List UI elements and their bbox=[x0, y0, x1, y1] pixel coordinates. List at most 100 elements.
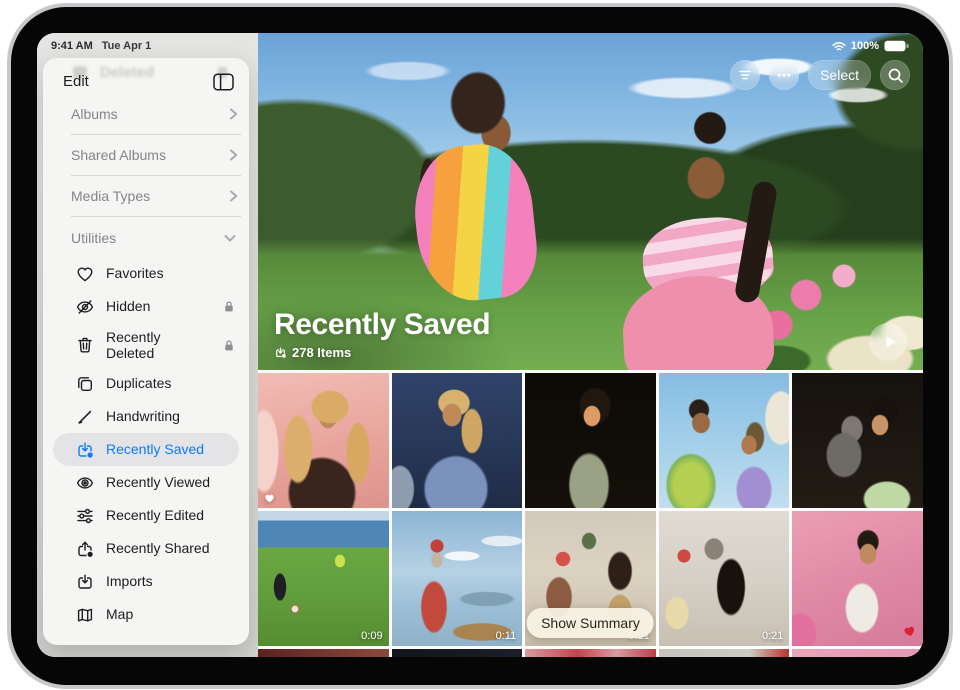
shared-albums-label: Shared Albums bbox=[71, 147, 166, 163]
select-label: Select bbox=[820, 67, 859, 83]
photos-app-screen: 9:41 AM Tue Apr 1 Deleted Edit Albums bbox=[37, 33, 923, 657]
trash-icon bbox=[75, 335, 95, 355]
sidebar-backdrop: 9:41 AM Tue Apr 1 Deleted Edit Albums bbox=[37, 33, 258, 657]
duplicates-icon bbox=[75, 374, 95, 394]
sidebar-item-shared-albums[interactable]: Shared Albums bbox=[71, 142, 239, 168]
sidebar-item-hidden[interactable]: Hidden bbox=[43, 290, 249, 323]
favorites-label: Favorites bbox=[106, 265, 164, 281]
photo-tile-7[interactable]: 0:11 bbox=[392, 511, 523, 646]
sidebar-item-recently-shared[interactable]: Recently Shared bbox=[43, 532, 249, 565]
lock-icon bbox=[223, 339, 235, 352]
photo-tile-1[interactable] bbox=[258, 373, 389, 508]
eye-icon bbox=[75, 473, 95, 493]
select-button[interactable]: Select bbox=[808, 60, 871, 90]
recently-saved-label: Recently Saved bbox=[106, 441, 204, 457]
status-time: 9:41 AM bbox=[51, 40, 93, 52]
handwriting-label: Handwriting bbox=[106, 408, 180, 424]
map-icon bbox=[75, 605, 95, 625]
photo-tile-partial[interactable] bbox=[392, 649, 523, 657]
sidebar-item-recently-viewed[interactable]: Recently Viewed bbox=[43, 466, 249, 499]
recently-deleted-label: Recently Deleted bbox=[106, 329, 190, 361]
saved-badge-icon bbox=[274, 346, 287, 359]
sidebar-item-albums[interactable]: Albums bbox=[71, 101, 239, 127]
video-duration: 0:09 bbox=[361, 630, 382, 642]
sidebar-toggle-icon[interactable] bbox=[213, 73, 234, 91]
battery-icon bbox=[884, 40, 909, 52]
utilities-label: Utilities bbox=[71, 230, 116, 246]
status-bar-left: 9:41 AM Tue Apr 1 bbox=[51, 40, 151, 52]
play-button[interactable] bbox=[869, 323, 907, 361]
share-clock-icon bbox=[75, 539, 95, 559]
photo-tile-4[interactable] bbox=[659, 373, 790, 508]
heart-icon bbox=[75, 264, 95, 284]
photo-tile-partial[interactable] bbox=[525, 649, 656, 657]
photo-tile-partial[interactable] bbox=[659, 649, 790, 657]
eye-slash-icon bbox=[75, 297, 95, 317]
albums-label: Albums bbox=[71, 106, 118, 122]
search-button[interactable] bbox=[880, 60, 910, 90]
recently-shared-label: Recently Shared bbox=[106, 540, 210, 556]
divider bbox=[71, 216, 241, 217]
chevron-down-icon bbox=[223, 232, 237, 244]
duplicates-label: Duplicates bbox=[106, 375, 171, 391]
edit-button[interactable]: Edit bbox=[63, 73, 89, 90]
show-summary-button[interactable]: Show Summary bbox=[527, 608, 654, 638]
filter-button[interactable] bbox=[730, 60, 760, 90]
hero-photo-recently-saved[interactable]: 100% Select bbox=[258, 33, 923, 370]
main-content: 100% Select bbox=[258, 33, 923, 657]
sliders-icon bbox=[75, 506, 95, 526]
sidebar-item-media-types[interactable]: Media Types bbox=[71, 183, 239, 209]
status-bar-right: 100% bbox=[832, 40, 909, 52]
battery-percent: 100% bbox=[851, 40, 879, 52]
photo-tile-9[interactable]: 0:21 bbox=[659, 511, 790, 646]
sidebar-item-imports[interactable]: Imports bbox=[43, 565, 249, 598]
more-icon bbox=[776, 67, 792, 83]
chevron-right-icon bbox=[228, 189, 239, 203]
sidebar-item-handwriting[interactable]: Handwriting bbox=[43, 400, 249, 433]
search-icon bbox=[887, 67, 904, 84]
filter-icon bbox=[737, 67, 753, 83]
wifi-icon bbox=[832, 41, 846, 52]
play-icon bbox=[879, 334, 898, 350]
sidebar-panel: Deleted Edit Albums Shared Albums bbox=[43, 58, 249, 645]
items-count-label: 278 Items bbox=[292, 345, 351, 360]
imports-label: Imports bbox=[106, 573, 153, 589]
photo-tile-partial[interactable] bbox=[258, 649, 389, 657]
sidebar-item-recently-saved[interactable]: Recently Saved bbox=[53, 433, 239, 466]
photo-tile-partial[interactable] bbox=[792, 649, 923, 657]
more-button[interactable] bbox=[769, 60, 799, 90]
media-types-label: Media Types bbox=[71, 188, 150, 204]
divider bbox=[71, 175, 241, 176]
sidebar-item-recently-deleted[interactable]: Recently Deleted bbox=[43, 323, 249, 367]
chevron-right-icon bbox=[228, 107, 239, 121]
status-date: Tue Apr 1 bbox=[102, 40, 152, 52]
video-duration: 0:21 bbox=[762, 630, 783, 642]
import-icon bbox=[75, 572, 95, 592]
sidebar-item-recently-edited[interactable]: Recently Edited bbox=[43, 499, 249, 532]
hero-caption: Recently Saved 278 Items bbox=[274, 308, 490, 360]
photo-tile-8[interactable]: 0:21 Show Summary bbox=[525, 511, 656, 646]
sidebar-item-favorites[interactable]: Favorites bbox=[43, 257, 249, 290]
video-duration: 0:11 bbox=[496, 630, 517, 642]
sidebar-item-duplicates[interactable]: Duplicates bbox=[43, 367, 249, 400]
photo-tile-2[interactable] bbox=[392, 373, 523, 508]
photo-grid: 0:09 0:11 0:21 Show Summary 0:21 bbox=[258, 373, 923, 657]
sidebar-section-utilities[interactable]: Utilities bbox=[71, 225, 237, 251]
pencil-icon bbox=[75, 407, 95, 427]
photo-tile-3[interactable] bbox=[525, 373, 656, 508]
photo-tile-5[interactable] bbox=[792, 373, 923, 508]
recently-edited-label: Recently Edited bbox=[106, 507, 204, 523]
hero-photo-detail bbox=[408, 139, 542, 305]
photo-tile-10[interactable] bbox=[792, 511, 923, 646]
sidebar-item-map[interactable]: Map bbox=[43, 598, 249, 631]
photo-tile-6[interactable]: 0:09 bbox=[258, 511, 389, 646]
red-heart-decoration bbox=[902, 624, 918, 639]
map-label: Map bbox=[106, 606, 133, 622]
hidden-label: Hidden bbox=[106, 298, 150, 314]
recently-viewed-label: Recently Viewed bbox=[106, 474, 210, 490]
chevron-right-icon bbox=[228, 148, 239, 162]
hero-toolbar: Select bbox=[730, 60, 910, 90]
page-title: Recently Saved bbox=[274, 308, 490, 342]
divider bbox=[71, 134, 241, 135]
ipad-device-frame: 9:41 AM Tue Apr 1 Deleted Edit Albums bbox=[8, 4, 952, 688]
